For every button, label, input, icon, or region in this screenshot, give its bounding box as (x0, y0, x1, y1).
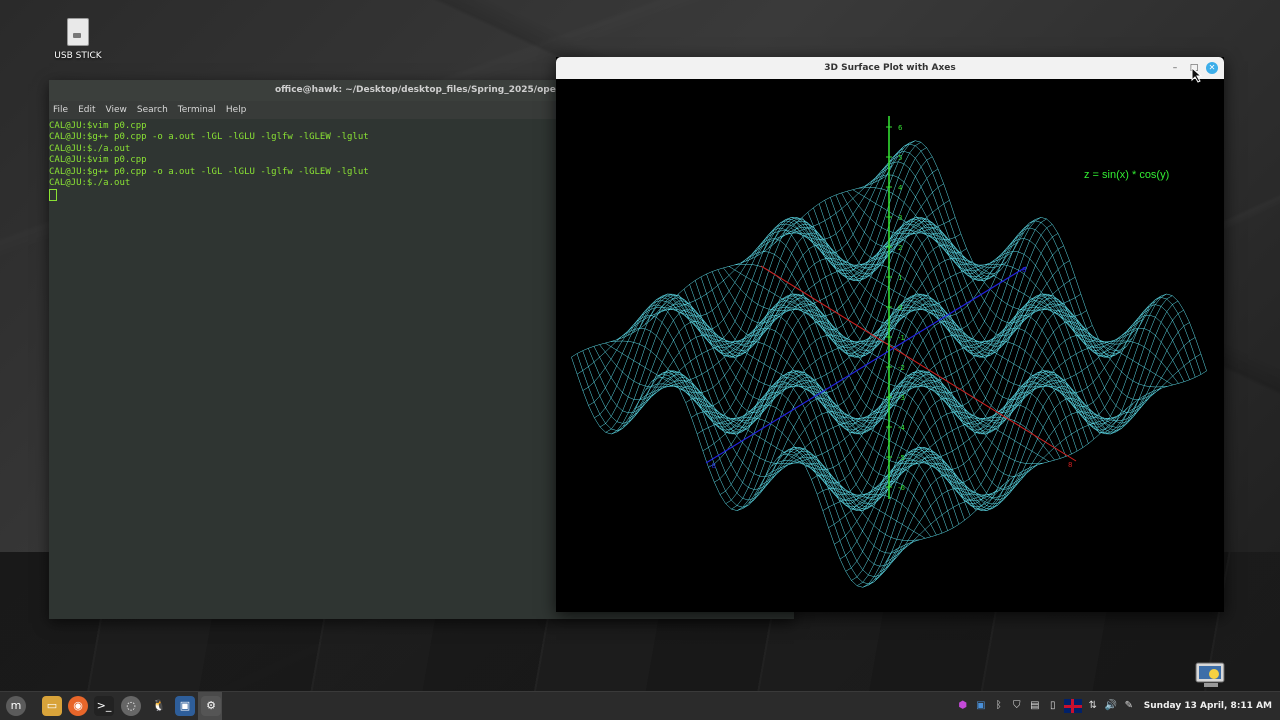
equation-label: z = sin(x) * cos(y) (1084, 169, 1169, 181)
screenshot-icon[interactable]: ▣ (175, 696, 195, 716)
clock[interactable]: Sunday 13 April, 8:11 AM (1140, 701, 1280, 711)
gear-icon[interactable]: ⚙ (201, 696, 221, 716)
y-tick-label: -3 (898, 394, 905, 402)
tux-icon[interactable]: 🐧 (149, 696, 169, 716)
y-tick-label: 1 (898, 274, 902, 282)
y-tick-label: -4 (898, 424, 906, 432)
computer-desktop-icon[interactable] (1194, 660, 1228, 690)
firefox-icon[interactable]: ◉ (68, 696, 88, 716)
z-axis-negative-label: -8 (709, 462, 716, 470)
mouse-pointer-icon (1191, 67, 1203, 83)
y-tick-label: 0 (898, 304, 902, 312)
y-tick-label: 5 (898, 154, 902, 162)
system-tray: ⬢ ▣ ᛒ ⛉ ▤ ▯ ⇅ 🔊 ✎ Sunday 13 April, 8:11 … (956, 692, 1280, 720)
menu-edit[interactable]: Edit (78, 101, 101, 119)
settings-app-icon[interactable]: ◌ (121, 696, 141, 716)
package-icon[interactable]: ⬢ (956, 699, 970, 713)
close-button[interactable]: ✕ (1206, 62, 1218, 74)
y-tick-label: -2 (898, 364, 905, 372)
camera-icon[interactable]: ▣ (974, 699, 988, 713)
y-tick-label: 2 (898, 244, 902, 252)
y-tick-label: -6 (898, 484, 906, 492)
bluetooth-icon[interactable]: ᛒ (992, 699, 1006, 713)
desktop-icon-usb-stick[interactable]: USB STICK (50, 18, 106, 61)
clipboard-icon[interactable]: ▤ (1028, 699, 1042, 713)
surface-plot-window[interactable]: 3D Surface Plot with Axes – □ ✕ 6 5 4 3 2 1 0 -… (556, 57, 1224, 612)
y-tick-label: -5 (898, 454, 905, 462)
uk-flag-icon[interactable] (1063, 699, 1082, 713)
y-tick-label: 4 (898, 184, 903, 192)
menu-help[interactable]: Help (226, 101, 253, 119)
menu-view[interactable]: View (106, 101, 133, 119)
surface-plot-canvas[interactable]: 6 5 4 3 2 1 0 -1 -2 -3 -4 -5 -6 8 8 -8 z = sin(x) * … (556, 79, 1224, 612)
shield-icon[interactable]: ⛉ (1010, 699, 1024, 713)
minimize-button[interactable]: – (1169, 62, 1181, 74)
battery-icon[interactable]: ▯ (1046, 699, 1060, 713)
menu-file[interactable]: File (53, 101, 74, 119)
y-tick-label: -1 (898, 334, 905, 342)
y-tick-label: 3 (898, 214, 902, 222)
x-axis-positive-label: 8 (1068, 461, 1072, 469)
menu-terminal[interactable]: Terminal (178, 101, 222, 119)
menu-icon[interactable]: m (6, 696, 26, 716)
y-tick-label: 6 (898, 124, 903, 132)
z-axis-positive-label: 8 (1022, 266, 1026, 274)
usb-drive-icon (67, 18, 89, 46)
network-icon[interactable]: ⇅ (1086, 699, 1100, 713)
terminal-cursor (49, 189, 57, 202)
terminal-icon[interactable]: >_ (94, 696, 114, 716)
surface-plot-titlebar[interactable]: 3D Surface Plot with Axes – □ ✕ (556, 57, 1224, 79)
volume-icon[interactable]: 🔊 (1104, 699, 1118, 713)
files-icon[interactable]: ▭ (42, 696, 62, 716)
desktop-icon-label: USB STICK (54, 51, 102, 61)
taskbar: m ▭ ◉ >_ ◌ 🐧 ▣ ⚙ ⬢ ▣ ᛒ ⛉ ▤ ▯ ⇅ 🔊 ✎ Sunda… (0, 691, 1280, 720)
edit-icon[interactable]: ✎ (1122, 699, 1136, 713)
menu-search[interactable]: Search (137, 101, 174, 119)
window-title: 3D Surface Plot with Axes (824, 63, 956, 73)
